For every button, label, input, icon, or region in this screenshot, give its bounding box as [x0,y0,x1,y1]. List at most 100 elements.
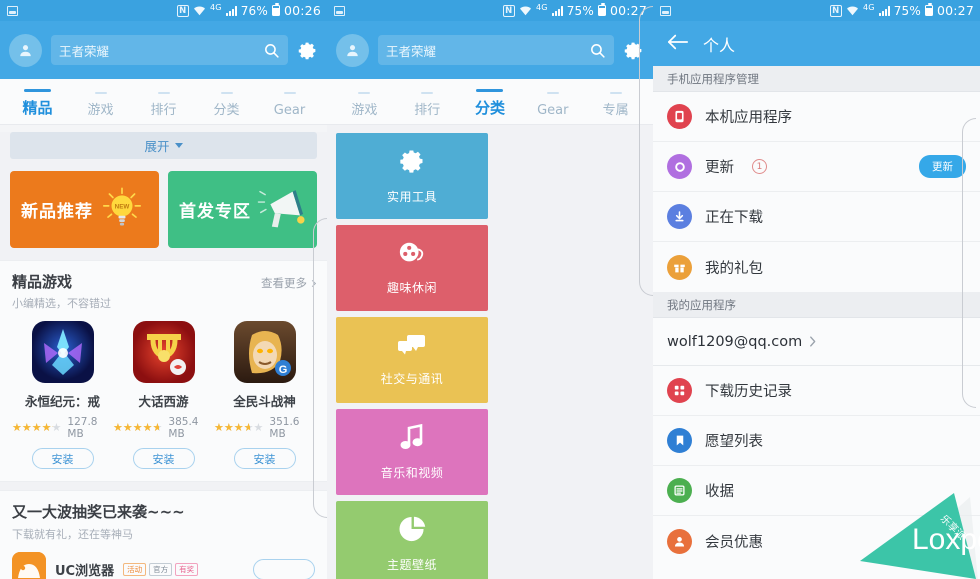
gallery-icon [660,5,671,16]
gift-icon [667,254,692,280]
tab-label: 游戏 [87,103,114,118]
tab-exclusive[interactable]: 专属 [584,91,647,125]
search-input-value: 王者荣耀 [386,43,437,59]
list-item[interactable]: UC浏览器 活动 官方 有奖 [12,552,315,579]
install-button[interactable]: 安装 [132,448,195,469]
app-name: 永恒纪元：戒 [24,394,100,409]
status-bar-2: N 4G 75% 00:27 [327,0,653,21]
list-item-label: 我的礼包 [705,260,763,277]
refresh-circle-icon [667,154,692,179]
section-subtitle: 下载就有礼，还在等神马 [12,528,133,541]
search-input[interactable]: 王者荣耀 [51,35,288,65]
tab-games[interactable]: 游戏 [333,91,396,125]
lottery-promo-card: 又一大波抽奖已来袭~~~ 下载就有礼，还在等神马 UC浏览器 活动 官方 有奖 [0,490,327,579]
signal-bars-icon [551,5,563,16]
tab-gear[interactable]: Gear [521,91,584,125]
history-grid-icon [667,378,692,403]
expand-button[interactable]: 展开 [10,132,317,159]
category-tile-music-video[interactable]: 音乐和视频 [336,409,488,495]
app-bar-2: 王者荣耀 [327,21,653,79]
tab-bar-1: 精品 游戏 排行 分类 Gear [0,79,327,125]
panel-categories: N 4G 75% 00:27 王者荣耀 游戏 排行 分类 Gear 专属 实用工… [327,0,653,579]
search-icon[interactable] [263,42,280,59]
tab-label: 分类 [474,99,505,117]
app-bar-1: 王者荣耀 [0,21,327,79]
install-button[interactable]: 安装 [31,448,94,469]
promo-new-products[interactable]: 新品推荐 NEW [10,171,159,248]
account-row[interactable]: wolf1209@qq.com [653,318,980,366]
category-tile-tools[interactable]: 实用工具 [336,133,488,219]
see-more-link[interactable]: 查看更多 [261,275,317,291]
tab-categories[interactable]: 分类 [459,89,522,124]
section-subtitle: 小编精选，不容错过 [12,297,111,310]
gear-icon[interactable] [297,40,318,61]
list-item-member-benefits[interactable]: 会员优惠 [653,516,980,566]
status-bar-1: N 4G 76% 00:26 [0,0,327,21]
rating-stars: ★★★★★★★★★★ [12,421,62,434]
app-name: 全民斗战神 [233,394,296,409]
search-icon[interactable] [589,42,606,59]
avatar[interactable] [336,33,369,67]
tab-ranking[interactable]: 排行 [132,91,195,125]
category-tile-leisure[interactable]: 趣味休闲 [336,225,488,311]
bookmark-icon [667,428,692,453]
status-badge: 官方 [149,562,173,576]
search-input[interactable]: 王者荣耀 [378,35,614,65]
nfc-icon: N [176,4,189,17]
tab-games[interactable]: 游戏 [69,91,132,125]
category-tile-themes[interactable]: 主题壁纸 [336,501,488,579]
avatar[interactable] [9,33,42,67]
promo-first-release[interactable]: 首发专区 [168,171,317,248]
list-item-wishlist[interactable]: 愿望列表 [653,416,980,466]
app-name: UC浏览器 [55,563,115,579]
tab-categories[interactable]: 分类 [195,91,258,125]
back-arrow-icon[interactable] [667,33,689,55]
page-title: 个人 [703,35,736,55]
update-button[interactable]: 更新 [919,155,966,178]
battery-percent: 75% [566,3,594,18]
list-item-download-history[interactable]: 下载历史记录 [653,366,980,416]
app-item[interactable]: 永恒纪元：戒 ★★★★★★★★★★ 127.8 MB 安装 [12,321,113,469]
status-badge: 活动 [123,562,147,576]
install-button[interactable] [253,558,315,579]
app-bar-3: 个人 [653,21,980,66]
tab-ranking[interactable]: 排行 [396,91,459,125]
tab-label: 分类 [213,103,240,118]
phone-app-icon [667,104,692,129]
list-item-receipts[interactable]: 收据 [653,466,980,516]
chevron-right-icon [809,332,816,351]
app-size: 351.6 MB [269,416,300,440]
nfc-icon: N [502,4,515,17]
app-item[interactable]: 大话西游 ★★★★★ ★★★★★ 385.4 MB 安装 [113,321,214,469]
battery-icon [924,3,933,16]
app-item[interactable]: G 全民斗战神 ★★★★★★★★★★ 351.6 MB 安装 [214,321,315,469]
battery-icon [597,3,606,16]
phone-screen-edge [962,118,976,408]
tab-jingpin[interactable]: 精品 [6,89,69,124]
tab-label: 游戏 [351,103,378,118]
app-management-list: 本机应用程序 更新 1 更新 正在下载 我的礼包 [653,92,980,292]
list-item-downloading[interactable]: 正在下载 [653,192,980,242]
film-reel-icon [398,240,426,270]
svg-text:G: G [278,364,287,376]
my-apps-list: 下载历史记录 愿望列表 收据 会员优惠 [653,366,980,566]
update-count-badge: 1 [752,159,767,174]
list-item-label: 收据 [705,484,734,500]
network-type-label: 4G [209,3,222,12]
promo-label: 首发专区 [179,202,251,222]
category-tile-social[interactable]: 社交与通讯 [336,317,488,403]
list-item-local-apps[interactable]: 本机应用程序 [653,92,980,142]
list-item-updates[interactable]: 更新 1 更新 [653,142,980,192]
gear-icon[interactable] [623,40,644,61]
install-button[interactable]: 安装 [233,448,296,469]
promo-banners: 新品推荐 NEW 首发专区 [0,159,327,260]
tab-gear[interactable]: Gear [258,91,321,125]
clock: 00:26 [283,3,321,18]
tab-label: Gear [273,103,306,118]
tab-label: Gear [537,103,569,118]
account-email: wolf1209@qq.com [667,333,803,350]
section-title: 又一大波抽奖已来袭~~~ [12,503,185,521]
list-item-my-gifts[interactable]: 我的礼包 [653,242,980,292]
list-item-label: 更新 [705,160,734,176]
app-name: 大话西游 [138,394,189,409]
